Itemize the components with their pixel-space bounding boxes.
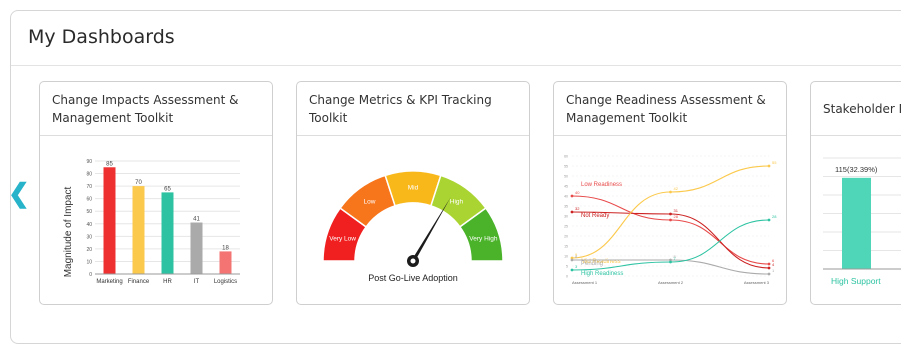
panel-title: My Dashboards	[28, 26, 175, 48]
data-point	[669, 212, 672, 216]
data-label: 115(32.39%)	[835, 165, 878, 174]
data-point	[570, 268, 574, 272]
card-title: Change Impacts Assessment & Management T…	[40, 82, 272, 136]
y-tick-label: 30	[564, 215, 568, 219]
data-point	[570, 258, 574, 262]
bar	[161, 192, 174, 274]
chevron-left-icon[interactable]: ❮	[8, 180, 30, 206]
x-tick-label: IT	[194, 279, 200, 285]
data-point	[570, 194, 574, 198]
dashboard-card-change-impacts[interactable]: Change Impacts Assessment & Management T…	[39, 81, 273, 305]
bar	[103, 167, 116, 274]
y-tick-label: 20	[564, 235, 568, 239]
series-label: Pending	[581, 261, 603, 267]
data-label: 32	[575, 206, 580, 211]
data-point	[767, 272, 771, 276]
y-tick-label: 80	[86, 172, 92, 178]
series-label: High Readiness	[581, 271, 623, 277]
data-label: 40	[575, 190, 580, 195]
x-tick-label: Logistics	[214, 279, 237, 285]
y-tick-label: 10	[86, 259, 92, 265]
gauge-segment-label: Low	[364, 199, 376, 206]
x-tick-label: Marketing	[96, 279, 122, 285]
y-tick-label: 25	[564, 225, 568, 229]
y-tick-label: 60	[564, 155, 568, 159]
y-tick-label: 55	[564, 165, 568, 169]
data-label: 28	[772, 214, 777, 219]
x-tick-label: Assessment 1	[572, 280, 598, 285]
data-label: 41	[193, 217, 200, 223]
y-tick-label: 45	[564, 185, 568, 189]
bar	[190, 222, 203, 274]
y-tick-label: 20	[86, 247, 92, 253]
stakeholder-bar-chart: 115(32.39%) High Support	[823, 157, 901, 286]
data-point	[669, 218, 672, 222]
data-label: 3	[575, 264, 578, 269]
x-tick-label: Assessment 2	[658, 280, 684, 285]
data-point	[669, 260, 672, 264]
y-tick-label: 70	[86, 184, 92, 190]
y-tick-label: 90	[86, 159, 92, 165]
data-point	[767, 266, 771, 270]
data-label: 8	[575, 254, 578, 259]
y-tick-label: 50	[86, 209, 92, 215]
y-tick-label: 30	[86, 234, 92, 240]
data-label: 65	[164, 186, 171, 192]
x-tick-label: Finance	[128, 279, 150, 285]
y-tick-label: 40	[86, 222, 92, 228]
x-tick-label: HR	[163, 279, 172, 285]
data-label: 4	[772, 262, 775, 267]
bar	[842, 177, 871, 269]
data-point	[669, 190, 672, 194]
series-label: Low Readiness	[581, 182, 622, 188]
y-tick-label: 35	[564, 205, 568, 209]
series-label: Not Ready	[581, 213, 609, 219]
gauge-hub-center	[410, 258, 416, 264]
data-label: 31	[674, 208, 679, 213]
x-tick-label: High Support	[831, 276, 881, 286]
gauge-segment-label: Very Low	[329, 236, 356, 243]
y-tick-label: 0	[566, 275, 568, 279]
data-point	[767, 262, 771, 266]
data-label: 42	[674, 186, 679, 191]
y-tick-label: 0	[89, 272, 92, 278]
gauge-caption: Post Go-Live Adoption	[368, 273, 458, 283]
gauge-segment-label: High	[450, 199, 464, 206]
data-point	[767, 218, 771, 222]
y-tick-label: 50	[564, 175, 568, 179]
y-axis-label: Magnitude of Impact	[63, 186, 74, 277]
y-tick-label: 5	[566, 265, 568, 269]
y-tick-label: 15	[564, 245, 568, 249]
x-tick-label: Assessment 3	[744, 280, 770, 285]
data-label: 55	[772, 160, 777, 165]
gauge-segment-label: Very High	[469, 236, 498, 243]
y-tick-label: 10	[564, 255, 568, 259]
y-tick-label: 40	[564, 195, 568, 199]
data-label: 85	[106, 161, 113, 167]
y-tick-label: 60	[86, 197, 92, 203]
dashboard-card-change-metrics[interactable]: Change Metrics & KPI Tracking Toolkit Po…	[296, 81, 530, 305]
adoption-gauge: Post Go-Live Adoption Very Low Low Mid High…	[322, 170, 504, 283]
data-point	[767, 164, 771, 168]
data-point	[570, 210, 574, 214]
impact-bar-chart: Magnitude of Impact 0 10 20 30 40 50 60 70 80 90 8…	[63, 159, 240, 285]
data-label: 70	[135, 180, 142, 186]
dashboard-card-change-readiness[interactable]: Change Readiness Assessment & Management…	[553, 81, 787, 305]
dashboard-card-stakeholder[interactable]: Stakeholder Management Toolkit 115(32.39…	[810, 81, 901, 305]
bar	[219, 251, 232, 274]
data-label: 1	[772, 268, 775, 273]
gauge-segment-label: Mid	[408, 185, 419, 192]
readiness-line-chart: 05101520253035404550556040286Low Readine…	[564, 155, 777, 286]
card-title: Change Metrics & KPI Tracking Toolkit	[297, 82, 529, 136]
card-title: Stakeholder Management Toolkit	[811, 82, 901, 136]
data-label: 18	[222, 245, 229, 251]
card-title: Change Readiness Assessment & Management…	[554, 82, 786, 136]
panel-divider	[11, 65, 901, 66]
bar	[132, 186, 145, 274]
